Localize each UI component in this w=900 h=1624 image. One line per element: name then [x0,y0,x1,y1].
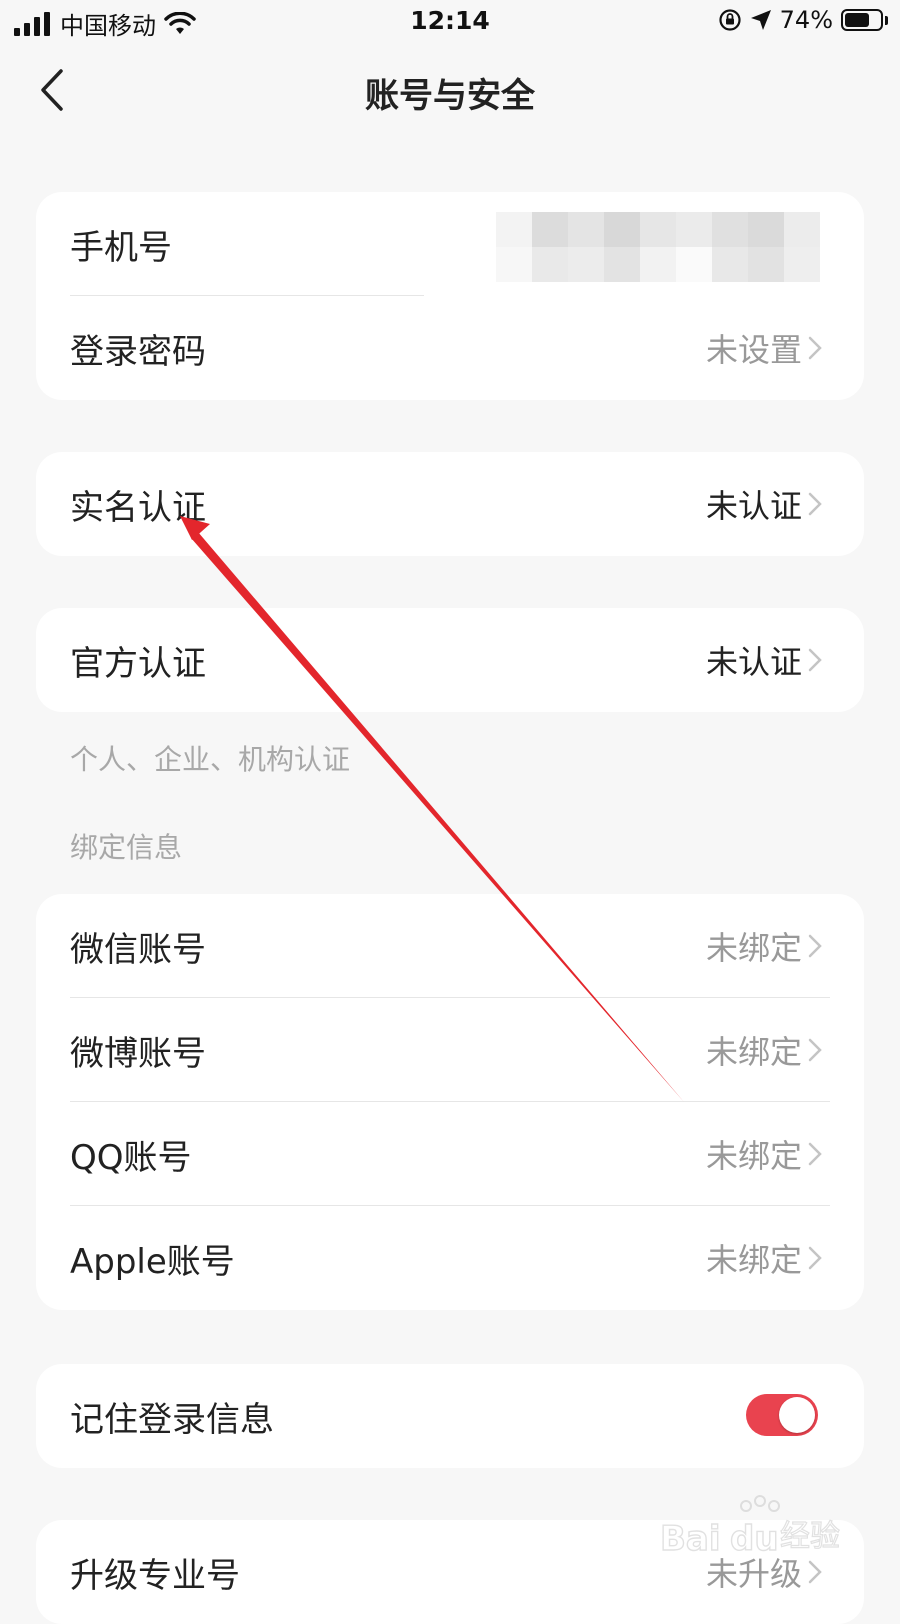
page-title: 账号与安全 [365,76,535,116]
official-row[interactable]: 官方认证 未认证 [36,608,864,712]
chevron-right-icon [808,492,822,516]
remember-toggle[interactable] [746,1394,818,1436]
watermark-logo: Bai du 经验 [660,1495,841,1560]
bind-label: 微博账号 [70,1033,206,1074]
bind-row-apple[interactable]: Apple账号 未绑定 [36,1206,864,1310]
chevron-right-icon [808,336,822,360]
chevron-right-icon [808,1038,822,1062]
chevron-right-icon [808,934,822,958]
remember-card: 记住登录信息 [36,1364,864,1468]
official-status: 未认证 [705,643,802,681]
bind-status: 未绑定 [705,1137,802,1175]
realname-status: 未认证 [705,487,802,525]
status-bar: 中国移动 12:14 74% [0,0,900,46]
battery-level [845,13,870,27]
realname-label: 实名认证 [70,487,206,528]
location-icon [750,10,771,30]
bind-status: 未绑定 [705,929,802,967]
bind-section-title: 绑定信息 [70,831,183,864]
official-label: 官方认证 [70,643,206,684]
orientation-lock-icon [719,9,741,31]
status-right: 74% [718,6,888,34]
bind-row-wechat[interactable]: 微信账号 未绑定 [36,894,864,998]
password-row[interactable]: 登录密码 未设置 [36,296,864,400]
battery-cap [885,15,888,25]
realname-row[interactable]: 实名认证 未认证 [36,452,864,556]
remember-row: 记住登录信息 [36,1364,864,1468]
bind-label: Apple账号 [70,1241,235,1282]
bind-row-qq[interactable]: QQ账号 未绑定 [36,1102,864,1206]
phone-row[interactable]: 手机号 [36,192,864,296]
bind-status: 未绑定 [705,1033,802,1071]
chevron-right-icon [808,648,822,672]
bind-row-weibo[interactable]: 微博账号 未绑定 [36,998,864,1102]
nav-bar: 账号与安全 [0,48,900,132]
svg-text:du: du [730,1519,779,1559]
masked-phone-number [496,212,820,282]
svg-text:Bai: Bai [660,1519,721,1559]
password-status: 未设置 [705,331,802,369]
battery-percent: 74% [779,6,833,34]
chevron-right-icon [808,1246,822,1270]
official-note: 个人、企业、机构认证 [70,743,351,776]
toggle-knob [779,1397,815,1433]
battery-icon [841,9,883,31]
phone-label: 手机号 [70,227,172,268]
chevron-right-icon [808,1142,822,1166]
chevron-right-icon [808,1560,822,1584]
svg-text:经验: 经验 [780,1519,840,1554]
bind-card: 微信账号 未绑定 微博账号 未绑定 QQ账号 未绑定 Apple账号 未绑定 [36,894,864,1310]
password-label: 登录密码 [70,331,206,372]
account-card: 手机号 登录密码 未设置 [36,192,864,400]
realname-card: 实名认证 未认证 [36,452,864,556]
bind-status: 未绑定 [705,1241,802,1279]
bind-label: 微信账号 [70,929,206,970]
upgrade-label: 升级专业号 [70,1555,240,1596]
bind-label: QQ账号 [70,1137,192,1178]
official-card: 官方认证 未认证 [36,608,864,712]
remember-label: 记住登录信息 [70,1399,274,1440]
